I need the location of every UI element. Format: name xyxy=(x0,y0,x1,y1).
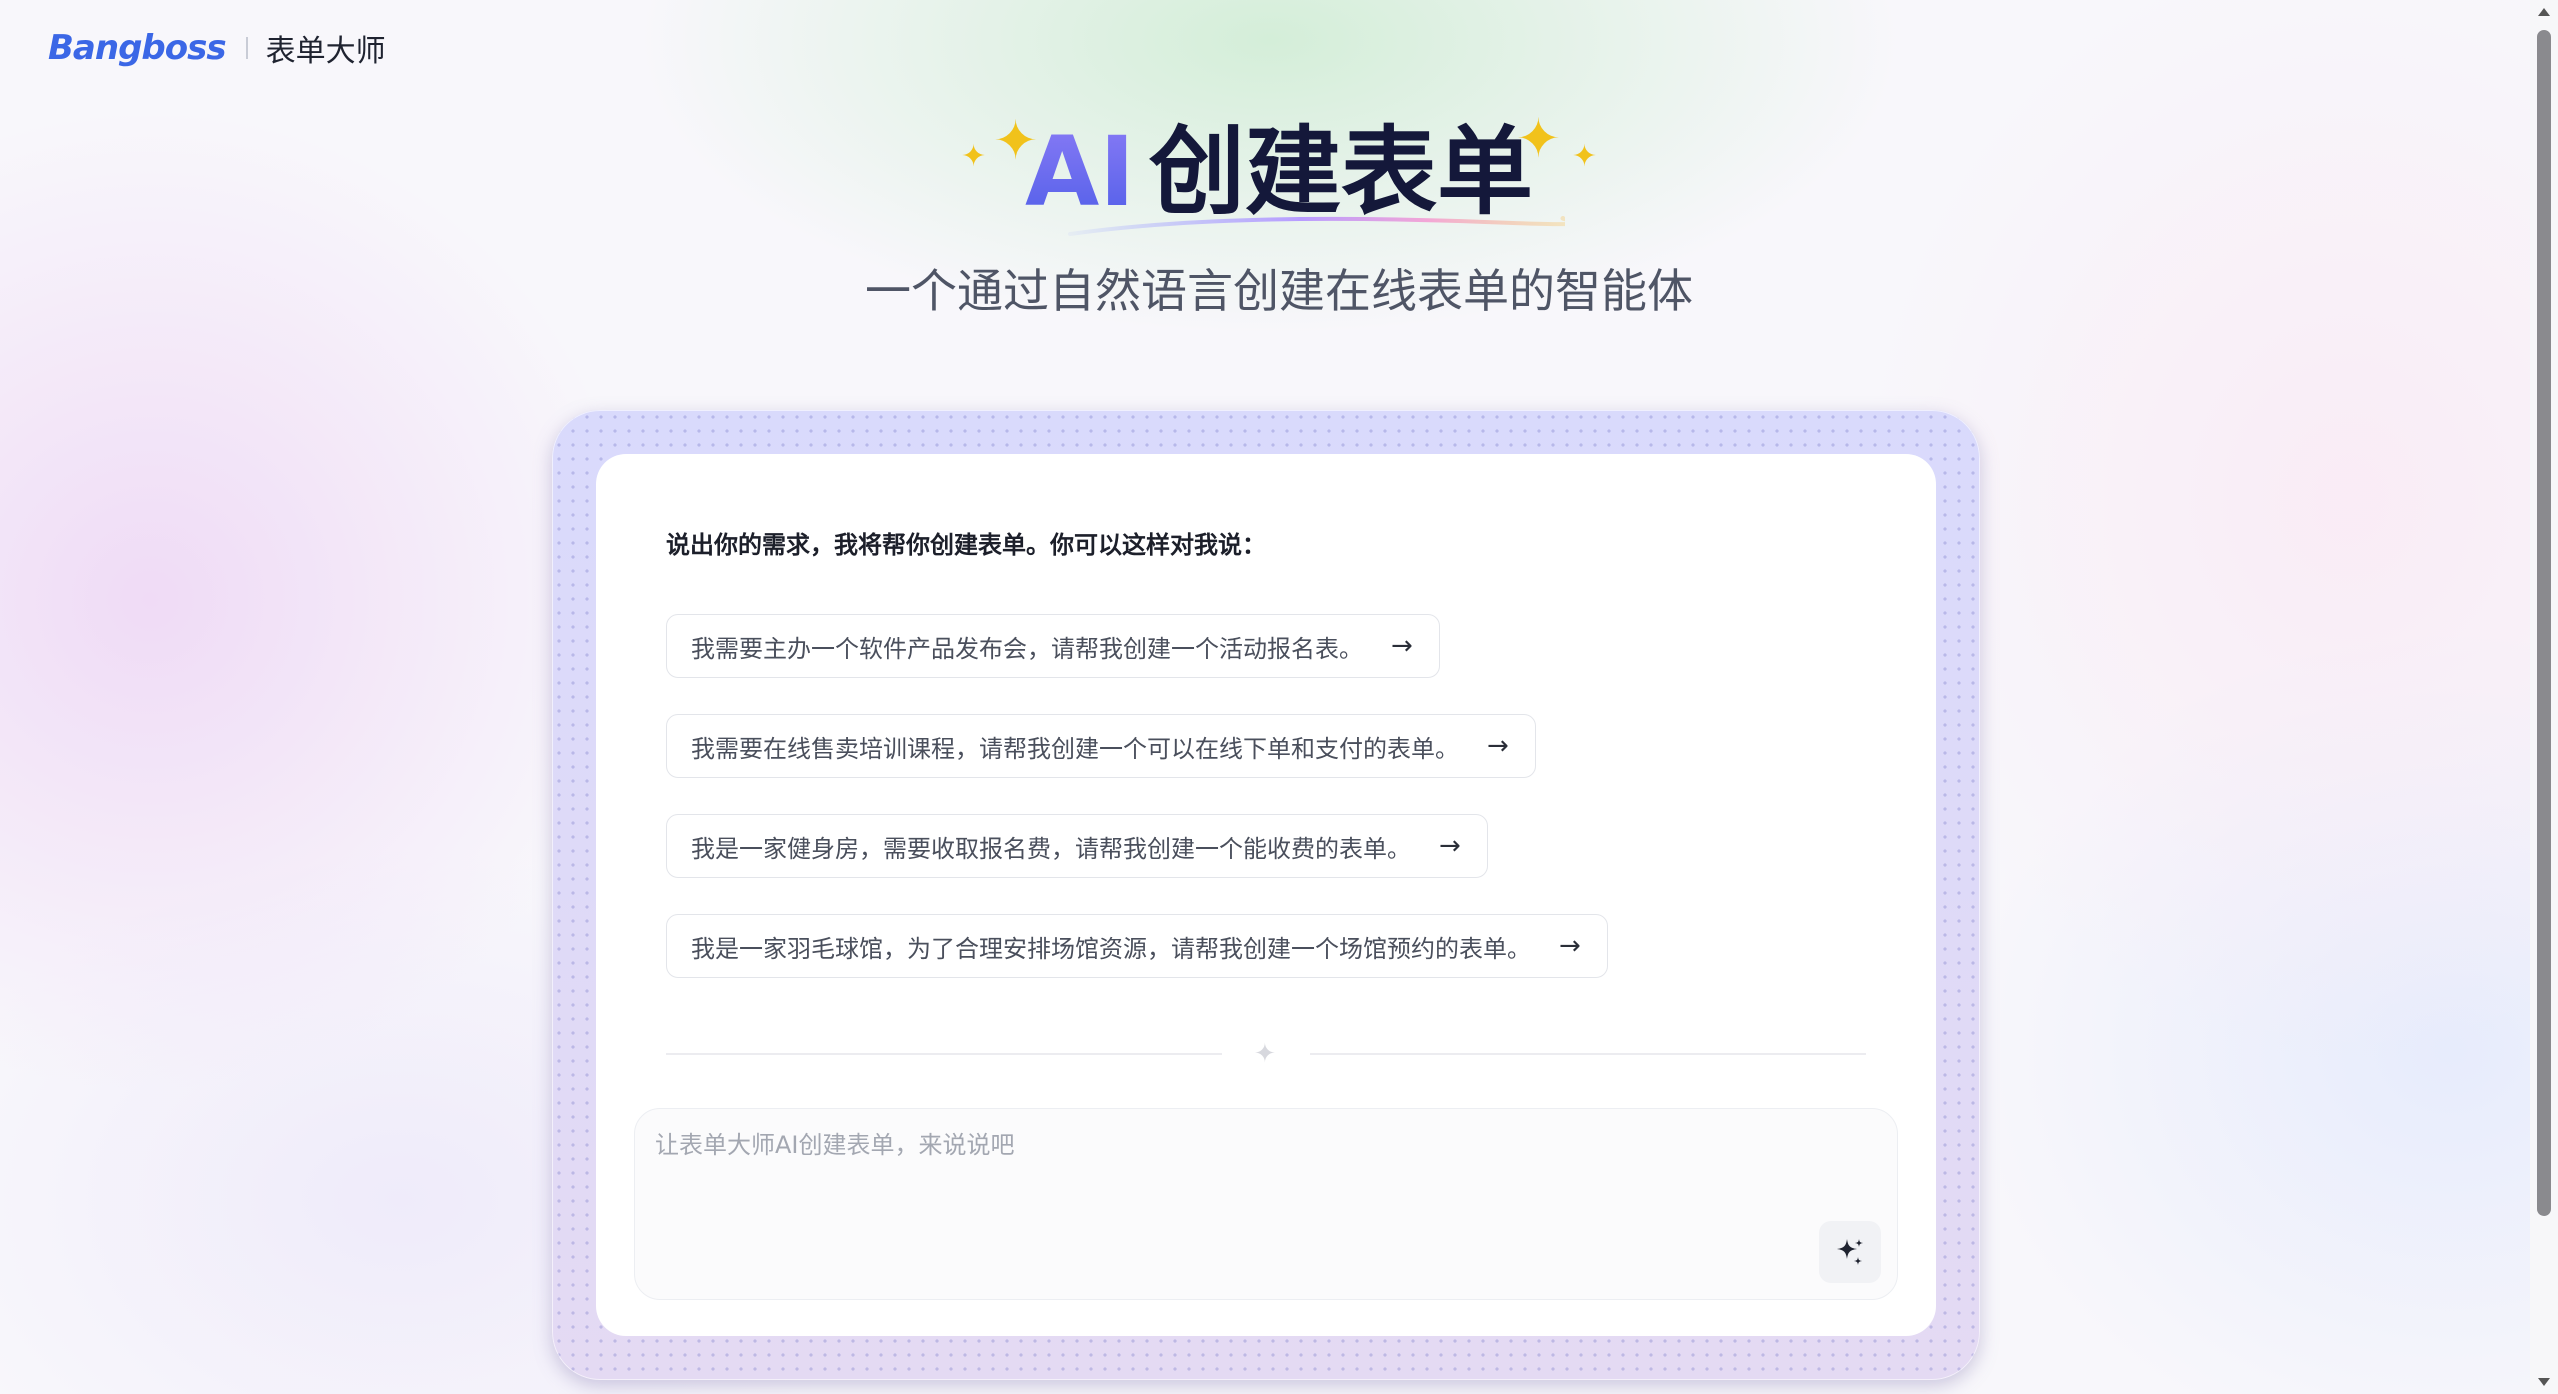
suggestion-chip[interactable]: 我需要主办一个软件产品发布会，请帮我创建一个活动报名表。 → xyxy=(666,614,1440,678)
suggestion-text: 我是一家羽毛球馆，为了合理安排场馆资源，请帮我创建一个场馆预约的表单。 xyxy=(691,934,1531,963)
suggestion-list: 我需要主办一个软件产品发布会，请帮我创建一个活动报名表。 → 我需要在线售卖培训… xyxy=(666,614,1608,978)
divider-line xyxy=(1310,1053,1866,1055)
page-title: ✦ ✦ AI 创建表单 ✦ ✦ xyxy=(0,112,2558,236)
arrow-right-icon: → xyxy=(1559,931,1581,961)
ai-sparkles-icon xyxy=(1837,1239,1863,1265)
arrow-right-icon: → xyxy=(1391,631,1413,661)
suggestion-chip[interactable]: 我是一家羽毛球馆，为了合理安排场馆资源，请帮我创建一个场馆预约的表单。 → xyxy=(666,914,1608,978)
ai-card: 说出你的需求，我将帮你创建表单。你可以这样对我说： 我需要主办一个软件产品发布会… xyxy=(596,454,1936,1336)
header-logo[interactable]: Bangboss 表单大师 xyxy=(48,24,386,72)
suggestion-text: 我需要在线售卖培训课程，请帮我创建一个可以在线下单和支付的表单。 xyxy=(691,734,1459,763)
prompt-input[interactable] xyxy=(653,1125,1777,1269)
product-name: 表单大师 xyxy=(265,34,386,69)
section-divider: ✦ xyxy=(666,1039,1866,1069)
sparkle-icon: ✦ xyxy=(992,109,1039,172)
page-title-inner: ✦ ✦ AI 创建表单 ✦ ✦ xyxy=(961,112,1597,236)
prompt-input-box xyxy=(634,1108,1898,1300)
scroll-up-icon[interactable] xyxy=(2530,0,2558,24)
scrollbar-thumb[interactable] xyxy=(2537,30,2551,1216)
page-scrollbar[interactable] xyxy=(2530,0,2558,1394)
scroll-down-icon[interactable] xyxy=(2530,1370,2558,1394)
suggestion-text: 我需要主办一个软件产品发布会，请帮我创建一个活动报名表。 xyxy=(691,634,1363,663)
suggestion-text: 我是一家健身房，需要收取报名费，请帮我创建一个能收费的表单。 xyxy=(691,834,1411,863)
suggestion-chip[interactable]: 我是一家健身房，需要收取报名费，请帮我创建一个能收费的表单。 → xyxy=(666,814,1488,878)
brand-logo: Bangboss xyxy=(48,28,227,68)
arrow-right-icon: → xyxy=(1487,731,1509,761)
divider-line xyxy=(666,1053,1222,1055)
sparkle-icon: ✦ xyxy=(1571,139,1597,174)
page-subtitle: 一个通过自然语言创建在线表单的智能体 xyxy=(865,264,1693,318)
sparkle-icon: ✦ xyxy=(1515,107,1561,170)
ai-card-frame: 说出你的需求，我将帮你创建表单。你可以这样对我说： 我需要主办一个软件产品发布会… xyxy=(552,410,1980,1380)
arrow-right-icon: → xyxy=(1439,831,1461,861)
sparkle-icon: ✦ xyxy=(1254,1039,1276,1069)
suggestion-chip[interactable]: 我需要在线售卖培训课程，请帮我创建一个可以在线下单和支付的表单。 → xyxy=(666,714,1536,778)
generate-button[interactable] xyxy=(1819,1221,1881,1283)
title-underline-swoosh xyxy=(1067,216,1565,236)
prompt-heading: 说出你的需求，我将帮你创建表单。你可以这样对我说： xyxy=(666,531,1266,559)
sparkle-icon: ✦ xyxy=(960,139,987,174)
logo-divider xyxy=(245,37,248,59)
